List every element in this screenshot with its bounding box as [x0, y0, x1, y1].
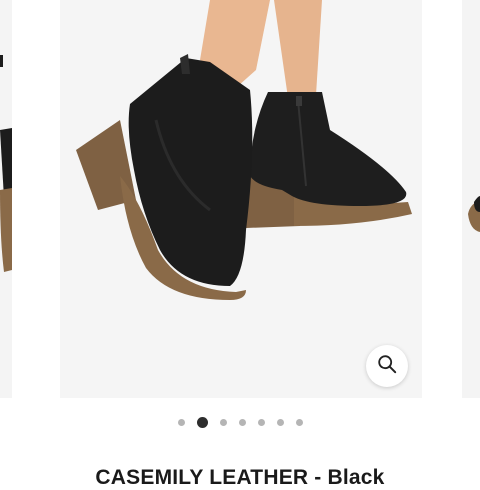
zoom-button[interactable]: [366, 345, 408, 387]
pagination-dot[interactable]: [238, 418, 246, 426]
carousel-pagination: [0, 414, 480, 430]
pagination-dot[interactable]: [196, 416, 208, 428]
product-image-carousel[interactable]: [0, 0, 480, 398]
magnifier-icon: [377, 354, 397, 379]
next-slide-image[interactable]: [462, 0, 480, 398]
pagination-dot[interactable]: [257, 418, 265, 426]
pagination-dot[interactable]: [295, 418, 303, 426]
previous-slide-image[interactable]: [0, 0, 12, 398]
product-title: CASEMILY LEATHER - Black: [95, 466, 385, 490]
pagination-dot[interactable]: [219, 418, 227, 426]
product-image-main[interactable]: [60, 0, 422, 398]
pagination-dot[interactable]: [276, 418, 284, 426]
pagination-dot[interactable]: [177, 418, 185, 426]
